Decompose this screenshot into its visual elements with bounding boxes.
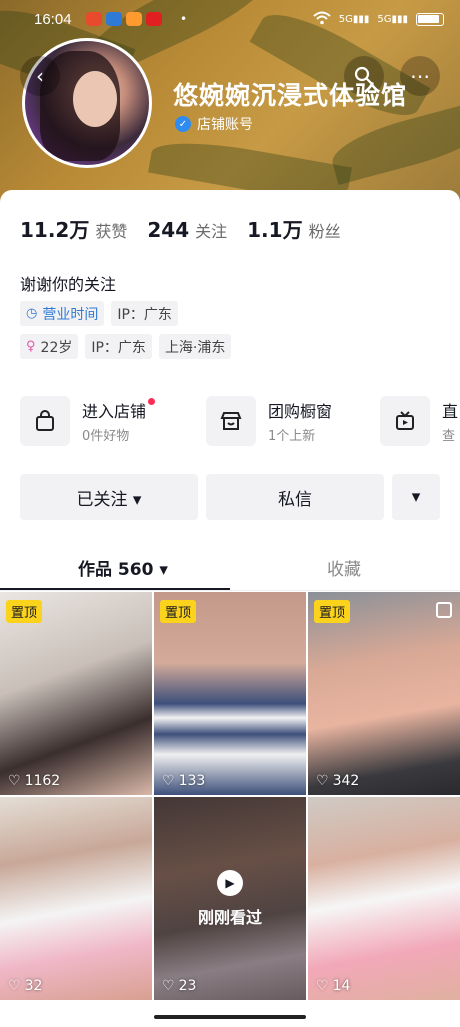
content-tabs: 作品 560 ▾ 收藏: [0, 545, 460, 591]
multi-image-icon: [436, 602, 452, 618]
video-thumb[interactable]: 置顶 ♡ 1162: [0, 592, 152, 795]
heart-icon: ♡: [162, 773, 175, 789]
age-label: 22岁: [40, 339, 73, 356]
tag-row-1: ◷ 营业时间 IP：广东: [20, 301, 178, 326]
pinned-badge: 置顶: [6, 600, 43, 623]
like-count: ♡ 32: [8, 978, 43, 994]
stats-row: 11.2万 获赞 244 关注 1.1万 粉丝: [20, 214, 361, 243]
verify-label: 店铺账号: [197, 117, 253, 133]
verified-check-icon: ✓: [175, 116, 191, 132]
profile-name: 悠婉婉沉浸式体验馆: [173, 81, 408, 110]
message-button-label: 私信: [278, 489, 312, 510]
home-indicator[interactable]: [154, 1015, 306, 1019]
location-tag: 上海·浦东: [158, 334, 232, 359]
heart-icon: ♡: [8, 978, 21, 994]
storefront-icon: [206, 396, 256, 446]
video-thumb[interactable]: 置顶 ♡ 133: [154, 592, 306, 795]
tag-row-2: ♀ 22岁 IP：广东 上海·浦东: [20, 334, 232, 359]
like-count: ♡ 342: [316, 773, 360, 789]
signal-icon-1: 5G▮▮▮: [338, 14, 370, 25]
female-icon: ♀: [26, 339, 36, 354]
shop-entry[interactable]: 进入店铺 0件好物: [20, 396, 156, 446]
recently-watched-overlay: ▶ 刚刚看过: [154, 797, 306, 1000]
more-icon: ⋯: [410, 64, 430, 88]
live-sub: 查: [442, 429, 456, 444]
following-label[interactable]: 关注: [195, 218, 227, 242]
heart-icon: ♡: [162, 978, 175, 994]
ip-tag: IP：广东: [111, 301, 178, 326]
status-dot: •: [180, 12, 188, 26]
status-indicators: 5G▮▮▮ 5G▮▮▮: [313, 11, 444, 28]
back-arrow-icon: ‹: [36, 64, 44, 88]
status-bar: 16:04 • 5G▮▮▮ 5G▮▮▮: [0, 0, 460, 38]
like-count: ♡ 1162: [8, 773, 61, 789]
following-count[interactable]: 244: [147, 218, 189, 242]
recently-watched-label: 刚刚看过: [197, 907, 262, 927]
like-count: ♡ 133: [162, 773, 206, 789]
like-count: ♡ 23: [162, 978, 197, 994]
like-count: ♡ 14: [316, 978, 351, 994]
shop-entry-title: 进入店铺: [82, 402, 147, 421]
location-label: 上海·浦东: [164, 339, 226, 356]
message-button[interactable]: 私信: [206, 474, 384, 520]
group-buy-title: 团购橱窗: [268, 402, 333, 421]
pinned-badge: 置顶: [160, 600, 197, 623]
video-thumb[interactable]: 置顶 ♡ 342: [308, 592, 460, 795]
ip-label: IP：广东: [117, 306, 172, 323]
tab-works[interactable]: 作品 560 ▾: [78, 555, 168, 580]
tab-indicator: [0, 588, 230, 590]
service-row: 进入店铺 0件好物 团购橱窗 1个上新 直 查: [20, 396, 460, 452]
followed-button[interactable]: 已关注 ▾: [20, 474, 198, 520]
verify-badge: ✓ 店铺账号: [175, 114, 253, 134]
heart-icon: ♡: [316, 978, 329, 994]
age-tag: ♀ 22岁: [20, 334, 79, 359]
status-time: 16:04: [34, 11, 72, 28]
battery-icon: [416, 13, 444, 26]
tv-icon: [380, 396, 430, 446]
live-title: 直: [442, 402, 459, 421]
business-hours-tag[interactable]: ◷ 营业时间: [20, 301, 105, 326]
dropdown-button[interactable]: ▾: [392, 474, 440, 520]
app-icon: [126, 12, 142, 26]
heart-icon: ♡: [8, 773, 21, 789]
baidu-icon: [106, 12, 122, 26]
group-buy-entry[interactable]: 团购橱窗 1个上新: [206, 396, 332, 446]
video-thumb[interactable]: ♡ 32: [0, 797, 152, 1000]
live-entry[interactable]: 直 查: [380, 396, 458, 446]
followed-button-label: 已关注 ▾: [76, 489, 142, 510]
tab-favorites[interactable]: 收藏: [327, 555, 361, 580]
likes-label: 获赞: [95, 222, 128, 241]
heart-icon: ♡: [316, 773, 329, 789]
signal-icon-2: 5G▮▮▮: [377, 14, 408, 25]
ip-label-2: IP：广东: [91, 339, 146, 356]
group-buy-sub: 1个上新: [268, 429, 316, 444]
likes-count: 11.2万: [20, 218, 90, 242]
pinned-badge: 置顶: [314, 600, 351, 623]
followers-count[interactable]: 1.1万: [247, 214, 302, 243]
bio-text: 谢谢你的关注: [20, 275, 117, 294]
notification-dot: [148, 398, 156, 405]
toutiao-icon: [146, 12, 162, 26]
video-thumb[interactable]: ♡ 14: [308, 797, 460, 1000]
clock-icon: ◷: [26, 306, 38, 321]
video-thumb[interactable]: ▶ 刚刚看过 ♡ 23: [154, 797, 306, 1000]
shop-entry-sub: 0件好物: [82, 429, 130, 444]
ip-tag-2: IP：广东: [85, 334, 152, 359]
back-button[interactable]: ‹: [20, 56, 60, 96]
chevron-down-icon: ▾: [411, 487, 421, 507]
followers-label[interactable]: 粉丝: [309, 218, 341, 242]
weibo-icon: [86, 12, 102, 26]
wifi-icon: [313, 11, 331, 28]
business-hours-label: 营业时间: [42, 306, 99, 323]
play-icon: ▶: [217, 869, 243, 896]
shopping-bag-icon: [20, 396, 70, 446]
status-app-icons: [86, 12, 162, 26]
